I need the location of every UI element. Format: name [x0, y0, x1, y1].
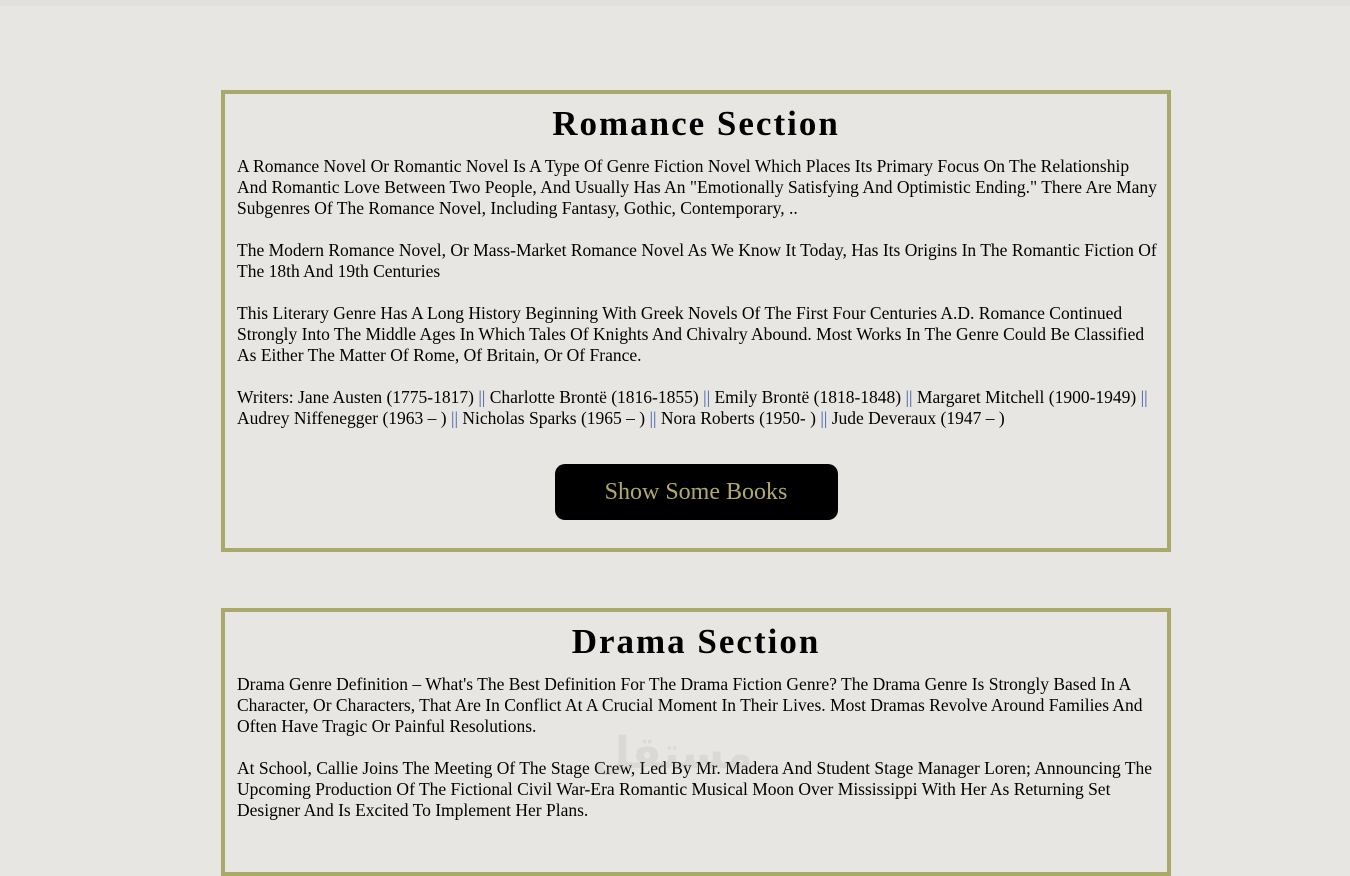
writer: Audrey Niffenegger (1963 – ) [237, 408, 447, 428]
writers-list: Writers: Jane Austen (1775-1817) || Char… [237, 387, 1157, 429]
separator: || [478, 387, 486, 407]
separator: || [820, 408, 828, 428]
paragraph: The Modern Romance Novel, Or Mass-Market… [237, 240, 1157, 281]
separator: || [450, 408, 458, 428]
separator: || [905, 387, 913, 407]
separator: || [703, 387, 711, 407]
separator: || [649, 408, 657, 428]
writer: Emily Brontë (1818-1848) [714, 387, 902, 407]
button-container: Show Some Books [225, 464, 1167, 520]
writer: Charlotte Brontë (1816-1855) [489, 387, 699, 407]
section-title: Drama Section [571, 622, 821, 661]
watermark-logo: مستقل [592, 728, 753, 779]
writer: Jane Austen (1775-1817) [298, 387, 474, 407]
section-title: Romance Section [552, 104, 840, 143]
romance-section: Romance Section A Romance Novel Or Roman… [221, 90, 1171, 552]
paragraph: This Literary Genre Has A Long History B… [237, 303, 1145, 365]
writer: Jude Deveraux (1947 – ) [831, 408, 1005, 428]
show-some-books-button[interactable]: Show Some Books [554, 464, 838, 520]
writer: Nora Roberts (1950- ) [660, 408, 816, 428]
paragraph: A Romance Novel Or Romantic Novel Is A T… [237, 156, 1157, 218]
writers-label: Writers: [237, 387, 294, 407]
top-bar [0, 0, 1350, 6]
writer: Margaret Mitchell (1900-1949) [916, 387, 1137, 407]
separator: || [1140, 387, 1148, 407]
writer: Nicholas Sparks (1965 – ) [462, 408, 646, 428]
